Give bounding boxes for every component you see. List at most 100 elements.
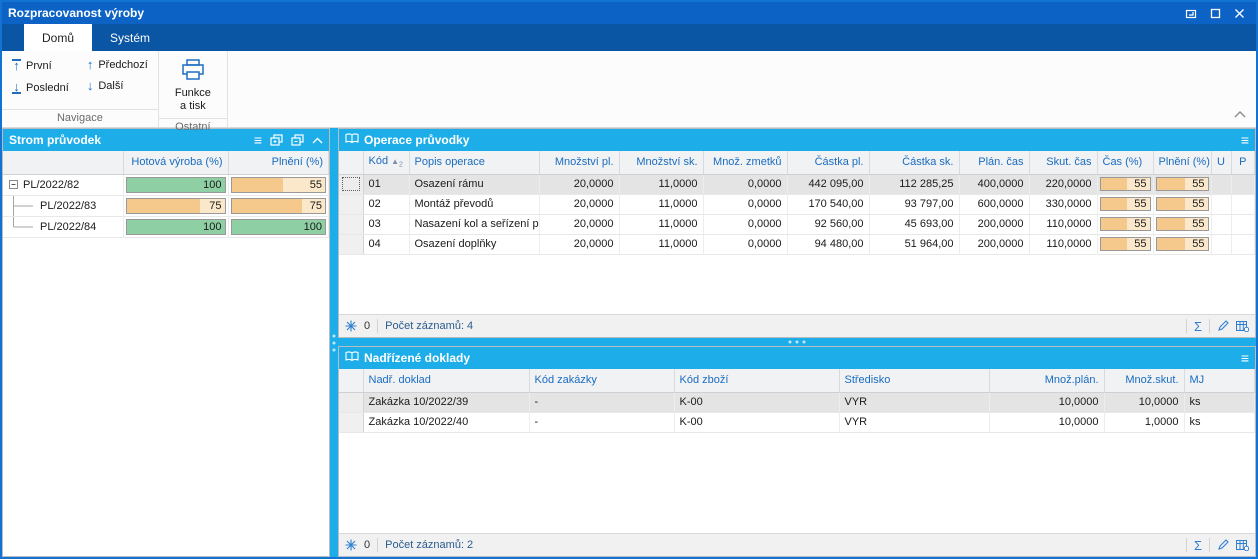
row-selector[interactable] [339,412,364,433]
row-selector[interactable] [339,234,364,255]
last-button[interactable]: ↓ Poslední [12,80,69,94]
col-code[interactable]: Kód ▲2 [363,151,410,175]
col-qty-act[interactable]: Množství sk. [619,151,704,175]
collapse-node-icon[interactable] [9,180,18,189]
col-done[interactable]: Hotová výroba (%) [123,151,229,175]
edit-icon[interactable] [1217,539,1229,551]
first-icon: ↑ [12,58,21,73]
progress-bar-fulfil: 75 [230,197,326,214]
ribbon-group-navigation: ↑ První ↓ Poslední ↑ Předchozí ↓ Další N… [2,51,159,127]
operations-row[interactable]: 04 Osazení doplňky 20,0000 11,0000 0,000… [339,234,1255,255]
record-count-label: Počet záznamů: 2 [385,539,474,551]
operations-panel: Operace průvodky ≡ Kód ▲2 Popis operace … [338,128,1256,338]
row-selector[interactable] [339,214,364,235]
fulfil-progress-bar: 55 [1155,177,1209,191]
col-time-plan[interactable]: Plán. čas [959,151,1030,175]
progress-bar-done: 100 [126,176,226,193]
functions-print-label-line2: a tisk [180,100,206,112]
collapse-tree-icon[interactable] [291,134,304,146]
horizontal-splitter[interactable] [338,338,1256,346]
tab-system[interactable]: Systém [92,24,168,51]
col-qty-plan[interactable]: Množství pl. [539,151,620,175]
tree-node-label[interactable]: PL/2022/84 [35,221,96,233]
tree-row[interactable]: PL/2022/84 100 100 [3,216,330,238]
printer-icon [181,59,205,84]
grid-settings-icon[interactable] [1236,539,1249,551]
expand-tree-icon[interactable] [270,134,283,146]
group-label-other: Ostatní [158,118,227,135]
collapse-ribbon-icon[interactable] [1234,109,1246,121]
menu-icon[interactable]: ≡ [1241,351,1249,365]
operations-row[interactable]: 01 Osazení rámu 20,0000 11,0000 0,0000 4… [339,174,1255,195]
col-amount-plan[interactable]: Částka pl. [787,151,870,175]
progress-bar-fulfil: 55 [230,176,326,193]
row-selector[interactable] [339,174,364,195]
functions-print-button[interactable]: Funkce a tisk [169,56,217,116]
documents-table: Nadř. doklad Kód zakázky Kód zboží Střed… [339,369,1255,433]
marked-records-icon[interactable] [345,320,357,332]
title-bar: Rozpracovanost výroby [2,2,1256,24]
documents-empty-area [339,432,1255,533]
maximize-icon[interactable] [1208,6,1222,20]
col-u[interactable]: U [1211,151,1232,175]
col-qty-act[interactable]: Množ.skut. [1104,369,1185,393]
operations-panel-header: Operace průvodky ≡ [339,129,1255,151]
menu-icon[interactable]: ≡ [254,133,262,147]
tree-row[interactable]: PL/2022/82 100 55 [3,174,330,196]
col-doc[interactable]: Nadř. doklad [363,369,530,393]
previous-button[interactable]: ↑ Předchozí [87,58,148,71]
documents-header-row: Nadř. doklad Kód zakázky Kód zboží Střed… [339,369,1255,393]
row-selector[interactable] [339,194,364,215]
col-fulfil-pct[interactable]: Plnění (%) [1153,151,1212,175]
tree-connector-tee [9,195,35,215]
col-unit[interactable]: MJ [1184,369,1255,393]
sum-icon[interactable]: Σ [1194,538,1202,553]
first-button[interactable]: ↑ První [12,59,69,72]
documents-row[interactable]: Zakázka 10/2022/40 - K-00 VYR 10,0000 1,… [339,412,1255,433]
tree-node-label[interactable]: PL/2022/82 [18,179,79,191]
float-window-icon[interactable] [1184,6,1198,20]
tree-panel: Strom průvodek ≡ Hotová výroba (%) Plněn… [2,128,330,557]
col-p[interactable]: P [1231,151,1255,175]
col-time-act[interactable]: Skut. čas [1029,151,1098,175]
time-progress-bar: 55 [1099,197,1151,211]
col-fulfil[interactable]: Plnění (%) [228,151,330,175]
operations-status-bar: 0 Počet záznamů: 4 Σ [339,314,1255,337]
time-progress-bar: 55 [1099,217,1151,231]
marked-records-icon[interactable] [345,539,357,551]
col-amount-act[interactable]: Částka sk. [869,151,960,175]
record-count-label: Počet záznamů: 4 [385,320,474,332]
grid-settings-icon[interactable] [1236,320,1249,332]
operations-table: Kód ▲2 Popis operace Množství pl. Množstv… [339,151,1255,255]
tree-column-spacer [3,151,125,175]
operations-header-row: Kód ▲2 Popis operace Množství pl. Množstv… [339,151,1255,175]
tree-connector-end [9,216,35,237]
col-goods-code[interactable]: Kód zboží [674,369,840,393]
operations-row[interactable]: 03 Nasazení kol a seřízení př... 20,0000… [339,214,1255,235]
first-label: První [26,59,52,72]
tree-node-label[interactable]: PL/2022/83 [35,200,96,212]
documents-status-bar: 0 Počet záznamů: 2 Σ [339,533,1255,556]
col-qty-plan[interactable]: Množ.plán. [989,369,1105,393]
col-desc[interactable]: Popis operace [409,151,540,175]
vertical-splitter[interactable] [330,128,338,557]
edit-icon[interactable] [1217,320,1229,332]
documents-row[interactable]: Zakázka 10/2022/39 - K-00 VYR 10,0000 10… [339,392,1255,413]
col-qty-scrap[interactable]: Množ. zmetků [703,151,788,175]
close-icon[interactable] [1232,6,1246,20]
ribbon: ↑ První ↓ Poslední ↑ Předchozí ↓ Další N… [2,51,1256,133]
sum-icon[interactable]: Σ [1194,319,1202,334]
operations-row[interactable]: 02 Montáž převodů 20,0000 11,0000 0,0000… [339,194,1255,215]
app-window: Rozpracovanost výroby Domů Systém ↑ Prvn… [0,0,1258,559]
row-selector[interactable] [339,392,364,413]
tree-row[interactable]: PL/2022/83 75 75 [3,195,330,217]
tree-table: Hotová výroba (%) Plnění (%) PL/2022/82 [3,151,330,238]
tab-home[interactable]: Domů [24,24,93,51]
next-button[interactable]: ↓ Další [87,79,148,92]
collapse-panel-icon[interactable] [312,137,323,144]
progress-bar-done: 100 [126,218,226,235]
col-time-pct[interactable]: Čas (%) [1097,151,1154,175]
col-order-code[interactable]: Kód zakázky [529,369,675,393]
col-center[interactable]: Středisko [839,369,990,393]
menu-icon[interactable]: ≡ [1241,133,1249,147]
